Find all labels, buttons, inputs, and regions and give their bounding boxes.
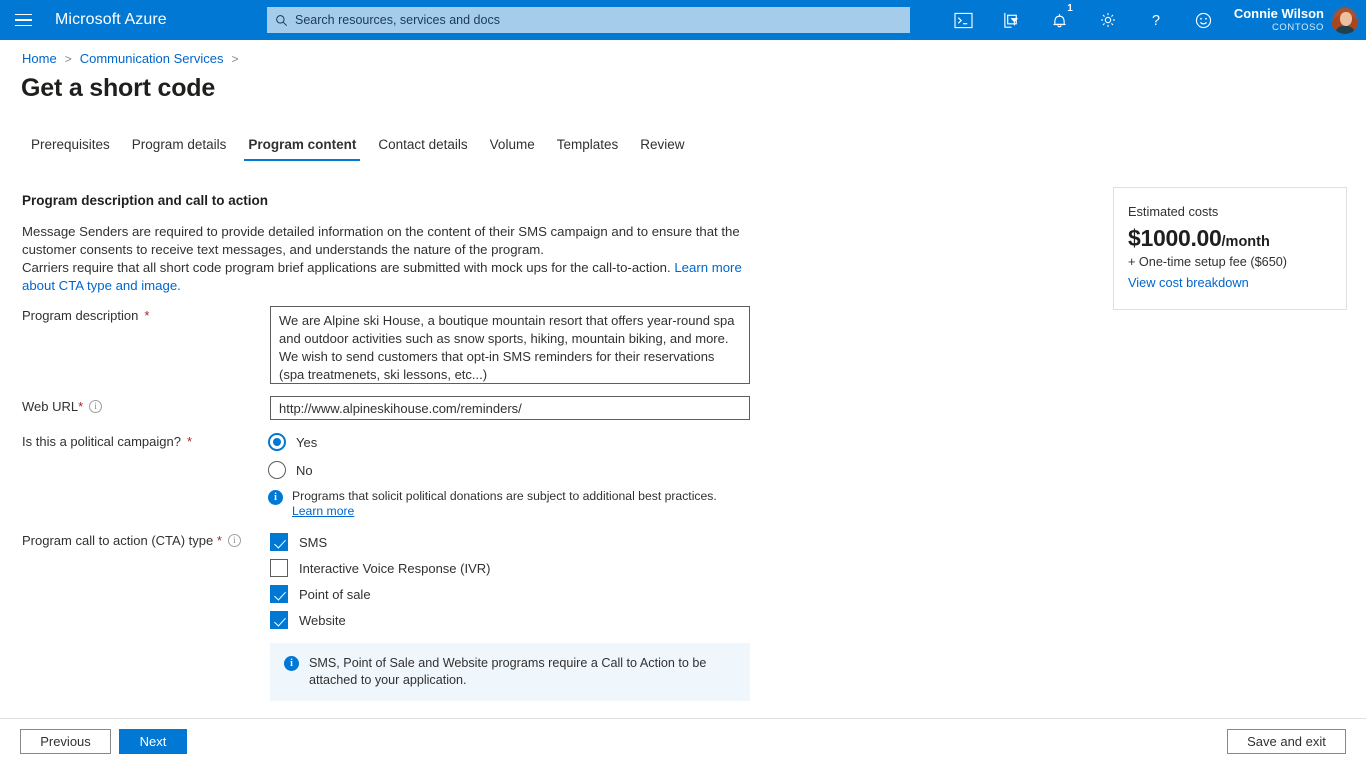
info-icon: i: [284, 656, 299, 671]
political-campaign-label-text: Is this a political campaign?: [22, 434, 181, 449]
radio-indicator-yes[interactable]: [268, 433, 286, 451]
checkbox-indicator-ivr[interactable]: [270, 559, 288, 577]
user-name: Connie Wilson: [1234, 7, 1324, 21]
estimated-costs-title: Estimated costs: [1128, 204, 1332, 219]
search-icon: [275, 14, 288, 27]
checkbox-indicator-website[interactable]: [270, 611, 288, 629]
svg-text:?: ?: [1152, 13, 1160, 29]
required-asterisk: *: [144, 308, 149, 323]
required-asterisk: *: [187, 434, 192, 449]
cta-type-label-text: Program call to action (CTA) type *: [22, 533, 222, 548]
checkbox-indicator-point-of-sale[interactable]: [270, 585, 288, 603]
wizard-tabs: Prerequisites Program details Program co…: [21, 137, 696, 161]
estimated-costs-amount: $1000.00/month: [1128, 225, 1332, 252]
help-question-icon[interactable]: ?: [1132, 0, 1180, 40]
estimated-costs-value: $1000.00: [1128, 225, 1222, 251]
info-icon: i: [268, 490, 283, 505]
avatar[interactable]: [1331, 6, 1359, 34]
tab-templates[interactable]: Templates: [546, 137, 630, 161]
checkbox-sms[interactable]: SMS: [270, 533, 327, 551]
breadcrumb-item-communication-services[interactable]: Communication Services: [80, 51, 224, 66]
hamburger-icon[interactable]: [0, 0, 46, 40]
web-url-input[interactable]: http://www.alpineskihouse.com/reminders/: [270, 396, 750, 420]
web-url-label-text: Web URL*: [22, 399, 83, 414]
cloud-shell-icon[interactable]: [940, 0, 988, 40]
user-info: Connie Wilson CONTOSO: [1234, 7, 1324, 33]
footer-divider: [0, 718, 1366, 719]
breadcrumb-item-home[interactable]: Home: [22, 51, 57, 66]
radio-political-yes[interactable]: Yes: [268, 433, 317, 451]
political-campaign-note-text: Programs that solicit political donation…: [292, 489, 750, 519]
estimated-costs-setup-fee: + One-time setup fee ($650): [1128, 255, 1332, 269]
user-account-menu[interactable]: Connie Wilson CONTOSO: [1228, 0, 1366, 40]
checkbox-point-of-sale[interactable]: Point of sale: [270, 585, 371, 603]
user-tenant: CONTOSO: [1234, 23, 1324, 33]
estimated-costs-period: /month: [1222, 234, 1270, 250]
radio-label-yes: Yes: [296, 435, 317, 450]
checkbox-indicator-sms[interactable]: [270, 533, 288, 551]
tab-program-content[interactable]: Program content: [237, 137, 367, 161]
web-url-label: Web URL* i: [22, 399, 102, 414]
next-button[interactable]: Next: [119, 729, 187, 754]
settings-gear-icon[interactable]: [1084, 0, 1132, 40]
previous-button[interactable]: Previous: [20, 729, 111, 754]
search-placeholder: Search resources, services and docs: [295, 13, 500, 27]
notifications-bell-icon[interactable]: 1: [1036, 0, 1084, 40]
checkbox-ivr[interactable]: Interactive Voice Response (IVR): [270, 559, 490, 577]
political-campaign-label: Is this a political campaign? *: [22, 434, 192, 449]
brand-title[interactable]: Microsoft Azure: [55, 11, 167, 29]
info-icon[interactable]: i: [89, 400, 102, 413]
intro-line-1: Message Senders are required to provide …: [22, 224, 740, 257]
radio-indicator-no[interactable]: [268, 461, 286, 479]
azure-top-header: Microsoft Azure Search resources, servic…: [0, 0, 1366, 40]
search-input[interactable]: Search resources, services and docs: [267, 7, 910, 33]
tab-program-details[interactable]: Program details: [121, 137, 238, 161]
breadcrumb: Home > Communication Services >: [22, 51, 239, 66]
checkbox-website[interactable]: Website: [270, 611, 346, 629]
checkbox-label-ivr: Interactive Voice Response (IVR): [299, 561, 490, 576]
intro-line-2: Carriers require that all short code pro…: [22, 260, 674, 275]
tab-contact-details[interactable]: Contact details: [367, 137, 478, 161]
political-campaign-note: i Programs that solicit political donati…: [268, 489, 750, 519]
tab-volume[interactable]: Volume: [479, 137, 546, 161]
directory-filter-icon[interactable]: [988, 0, 1036, 40]
cta-requirement-banner-text: SMS, Point of Sale and Website programs …: [309, 655, 736, 689]
breadcrumb-separator: >: [65, 52, 72, 66]
estimated-costs-card: Estimated costs $1000.00/month + One-tim…: [1113, 187, 1347, 310]
section-title: Program description and call to action: [22, 193, 268, 208]
political-note-learn-more-link[interactable]: Learn more: [292, 504, 354, 518]
political-note-body: Programs that solicit political donation…: [292, 489, 717, 503]
feedback-smiley-icon[interactable]: [1180, 0, 1228, 40]
checkbox-label-point-of-sale: Point of sale: [299, 587, 371, 602]
program-description-label: Program description *: [22, 308, 149, 323]
tab-review[interactable]: Review: [629, 137, 695, 161]
cta-requirement-banner: i SMS, Point of Sale and Website program…: [270, 643, 750, 701]
view-cost-breakdown-link[interactable]: View cost breakdown: [1128, 275, 1332, 290]
radio-label-no: No: [296, 463, 313, 478]
header-actions: 1 ?: [940, 0, 1366, 40]
program-description-label-text: Program description: [22, 308, 138, 323]
save-and-exit-button[interactable]: Save and exit: [1227, 729, 1346, 754]
section-description: Message Senders are required to provide …: [22, 223, 752, 295]
page-title: Get a short code: [21, 74, 215, 103]
program-description-input[interactable]: We are Alpine ski House, a boutique moun…: [270, 306, 750, 384]
tab-prerequisites[interactable]: Prerequisites: [21, 137, 121, 161]
checkbox-label-website: Website: [299, 613, 346, 628]
info-icon[interactable]: i: [228, 534, 241, 547]
breadcrumb-separator-2: >: [231, 52, 238, 66]
radio-political-no[interactable]: No: [268, 461, 313, 479]
cta-type-label: Program call to action (CTA) type * i: [22, 533, 241, 548]
notification-badge: 1: [1067, 4, 1073, 14]
checkbox-label-sms: SMS: [299, 535, 327, 550]
